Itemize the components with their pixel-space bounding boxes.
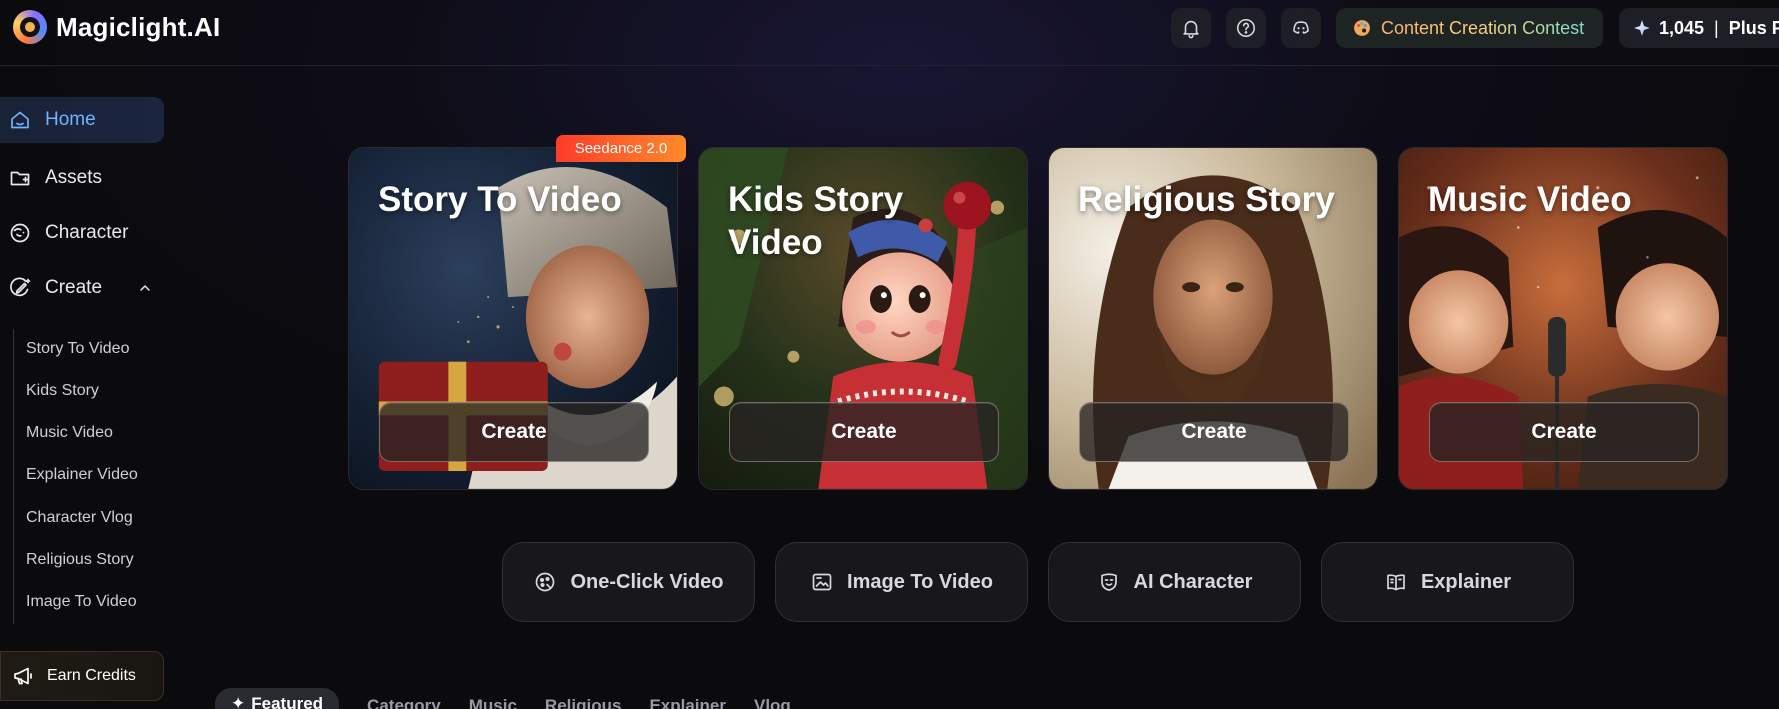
sidebar-item-create[interactable]: Create	[0, 265, 164, 311]
submenu-item-kids-story[interactable]: Kids Story	[26, 382, 99, 400]
submenu-item-image-to-video[interactable]: Image To Video	[26, 593, 137, 611]
app-page: Magiclight.AI Content Creation Contest 1…	[0, 0, 1779, 709]
notifications-button[interactable]	[1171, 8, 1211, 48]
create-button[interactable]: Create	[379, 402, 649, 462]
sidebar-item-home[interactable]: Home	[0, 97, 164, 143]
help-icon	[1236, 18, 1256, 38]
sidebar-item-assets[interactable]: Assets	[0, 155, 164, 201]
character-icon	[10, 223, 30, 243]
card-story-to-video[interactable]: Story To Video Create	[348, 147, 678, 490]
home-icon	[11, 111, 29, 129]
help-button[interactable]	[1226, 8, 1266, 48]
explainer-button[interactable]: Explainer	[1321, 542, 1574, 622]
submenu-item-character-vlog[interactable]: Character Vlog	[26, 509, 133, 527]
contest-label: Content Creation Contest	[1381, 17, 1585, 38]
plan-label: Plus Pl	[1728, 17, 1779, 38]
create-button[interactable]: Create	[729, 402, 999, 462]
card-music-video[interactable]: Music Video Create	[1398, 147, 1728, 490]
bell-icon	[1183, 20, 1199, 39]
card-title: Music Video	[1428, 180, 1632, 219]
card-title: Kids Story Video	[728, 180, 904, 262]
folder-icon	[10, 171, 30, 186]
sparkle-icon	[1634, 20, 1650, 36]
tab-religious[interactable]: Religious	[545, 696, 622, 709]
discord-icon	[1293, 21, 1309, 34]
earn-credits-label: Earn Credits	[47, 667, 136, 684]
card-title: Story To Video	[378, 180, 622, 219]
submenu-item-explainer-video[interactable]: Explainer Video	[26, 466, 138, 484]
content-contest-button[interactable]: Content Creation Contest	[1336, 8, 1603, 48]
credits-value: 1,045	[1659, 17, 1705, 38]
credits-separator: |	[1714, 17, 1719, 38]
logo[interactable]: Magiclight.AI	[13, 10, 220, 44]
book-icon	[1387, 574, 1405, 591]
app-name: Magiclight.AI	[56, 11, 221, 42]
quick-action-label: One-Click Video	[570, 570, 724, 593]
tab-category[interactable]: Category	[367, 696, 441, 709]
sidebar: Home Assets Character Create Story To Vi…	[0, 67, 170, 709]
create-icon	[10, 277, 31, 297]
tab-music[interactable]: Music	[469, 696, 517, 709]
top-header: Magiclight.AI Content Creation Contest 1…	[0, 0, 1779, 66]
create-button[interactable]: Create	[1079, 402, 1349, 462]
sidebar-item-label: Assets	[45, 167, 103, 188]
create-button[interactable]: Create	[1429, 402, 1699, 462]
star-icon: ✦	[231, 694, 246, 709]
ai-character-button[interactable]: AI Character	[1048, 542, 1301, 622]
credits-plan-button[interactable]: 1,045 | Plus Pl	[1619, 8, 1779, 48]
logo-icon	[13, 10, 47, 44]
sidebar-item-label: Character	[45, 222, 129, 243]
tab-explainer[interactable]: Explainer	[649, 696, 726, 709]
sidebar-item-label: Home	[45, 109, 96, 130]
quick-action-label: Image To Video	[847, 570, 993, 593]
tab-vlog[interactable]: Vlog	[754, 696, 791, 709]
discord-button[interactable]	[1281, 8, 1321, 48]
tab-featured[interactable]: ✦ Featured	[215, 688, 340, 709]
card-religious-story[interactable]: Religious Story Create	[1048, 147, 1378, 490]
palette-icon	[1354, 20, 1370, 36]
submenu-item-story-to-video[interactable]: Story To Video	[26, 340, 129, 358]
card-kids-story-video[interactable]: Kids Story Video Create	[698, 147, 1028, 490]
image-icon	[812, 573, 832, 591]
seedance-badge: Seedance 2.0	[556, 135, 686, 162]
submenu-item-music-video[interactable]: Music Video	[26, 424, 113, 442]
mask-icon	[1100, 573, 1117, 591]
image-to-video-button[interactable]: Image To Video	[775, 542, 1028, 622]
quick-action-label: Explainer	[1420, 570, 1512, 593]
category-tabs: ✦ Featured Category Music Religious Expla…	[215, 688, 819, 709]
chevron-up-icon[interactable]	[137, 280, 153, 296]
card-title: Religious Story	[1078, 180, 1335, 219]
one-click-video-button[interactable]: One-Click Video	[502, 542, 755, 622]
quick-action-label: AI Character	[1133, 570, 1253, 593]
sidebar-item-character[interactable]: Character	[0, 210, 164, 256]
sidebar-item-label: Create	[45, 277, 103, 298]
megaphone-icon	[14, 667, 32, 685]
earn-credits-button[interactable]: Earn Credits	[0, 651, 164, 701]
magic-icon	[536, 572, 555, 592]
submenu-item-religious-story[interactable]: Religious Story	[26, 551, 134, 569]
